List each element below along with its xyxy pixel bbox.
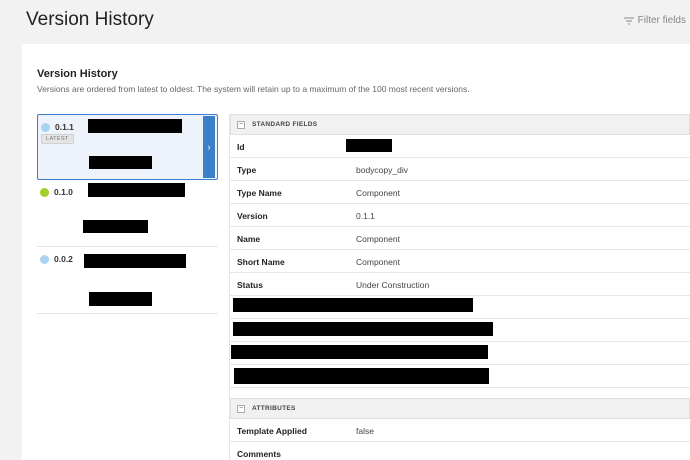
redacted-block xyxy=(88,183,185,197)
redacted-block xyxy=(233,322,493,336)
card-subtitle: Versions are ordered from latest to olde… xyxy=(37,84,470,94)
filter-fields-label: Filter fields xyxy=(637,15,686,26)
field-row-comments: Comments xyxy=(230,442,690,460)
collapse-icon[interactable]: − xyxy=(237,120,245,129)
version-label: 0.1.1 xyxy=(55,122,74,132)
field-key: Type Name xyxy=(237,188,282,198)
version-list: 0.1.1 LATEST › 0.1.0 0.0.2 xyxy=(37,114,218,314)
chevron-right-icon[interactable]: › xyxy=(203,116,215,178)
version-item-0-1-1[interactable]: 0.1.1 LATEST › xyxy=(37,114,218,180)
section-title: STANDARD FIELDS xyxy=(252,121,318,128)
redacted-block xyxy=(84,254,186,268)
field-row-id: Id xyxy=(230,135,690,158)
standard-fields-header[interactable]: − STANDARD FIELDS xyxy=(230,114,690,135)
redacted-block xyxy=(231,345,488,359)
redacted-row xyxy=(230,365,690,388)
section-title: ATTRIBUTES xyxy=(252,405,296,412)
field-row-type: Type bodycopy_div xyxy=(230,158,690,181)
filter-fields-button[interactable]: Filter fields xyxy=(623,15,686,26)
field-row-template-applied: Template Applied false xyxy=(230,419,690,442)
version-history-card: Version History Versions are ordered fro… xyxy=(22,44,690,460)
version-item-0-1-0[interactable]: 0.1.0 xyxy=(37,180,218,247)
card-title: Version History xyxy=(37,68,118,80)
field-row-name: Name Component xyxy=(230,227,690,250)
redacted-block xyxy=(89,156,152,169)
field-value: Under Construction xyxy=(356,280,430,290)
redacted-block xyxy=(346,139,392,152)
version-label: 0.0.2 xyxy=(54,254,73,264)
field-key: Comments xyxy=(237,449,281,459)
status-dot-icon xyxy=(40,188,49,197)
status-dot-icon xyxy=(41,123,50,132)
redacted-block xyxy=(233,298,473,312)
field-value: Component xyxy=(356,234,400,244)
attributes-header[interactable]: − ATTRIBUTES xyxy=(230,398,690,419)
collapse-icon[interactable]: − xyxy=(237,404,245,413)
field-key: Name xyxy=(237,234,261,244)
field-value: Component xyxy=(356,257,400,267)
field-row-version: Version 0.1.1 xyxy=(230,204,690,227)
redacted-row xyxy=(230,296,690,319)
field-value: bodycopy_div xyxy=(356,165,408,175)
fields-panel: − STANDARD FIELDS Id Type bodycopy_div T… xyxy=(229,114,690,460)
latest-badge: LATEST xyxy=(41,134,74,144)
field-row-status: Status Under Construction xyxy=(230,273,690,296)
redacted-block xyxy=(88,119,182,133)
field-row-short-name: Short Name Component xyxy=(230,250,690,273)
field-key: Version xyxy=(237,211,268,221)
field-value: false xyxy=(356,426,374,436)
redacted-block xyxy=(83,220,148,233)
field-key: Template Applied xyxy=(237,426,307,436)
field-key: Id xyxy=(237,142,245,152)
field-value: Component xyxy=(356,188,400,198)
status-dot-icon xyxy=(40,255,49,264)
field-value: 0.1.1 xyxy=(356,211,375,221)
field-key: Status xyxy=(237,280,263,290)
page-title: Version History xyxy=(26,9,154,30)
filter-icon xyxy=(623,17,634,24)
version-item-0-0-2[interactable]: 0.0.2 xyxy=(37,247,218,314)
page-header: Version History Filter fields xyxy=(0,0,690,44)
redacted-row xyxy=(230,319,690,342)
redacted-block xyxy=(234,368,489,384)
version-label: 0.1.0 xyxy=(54,187,73,197)
redacted-row xyxy=(230,342,690,365)
field-key: Type xyxy=(237,165,257,175)
redacted-block xyxy=(89,292,152,306)
field-row-type-name: Type Name Component xyxy=(230,181,690,204)
field-key: Short Name xyxy=(237,257,285,267)
